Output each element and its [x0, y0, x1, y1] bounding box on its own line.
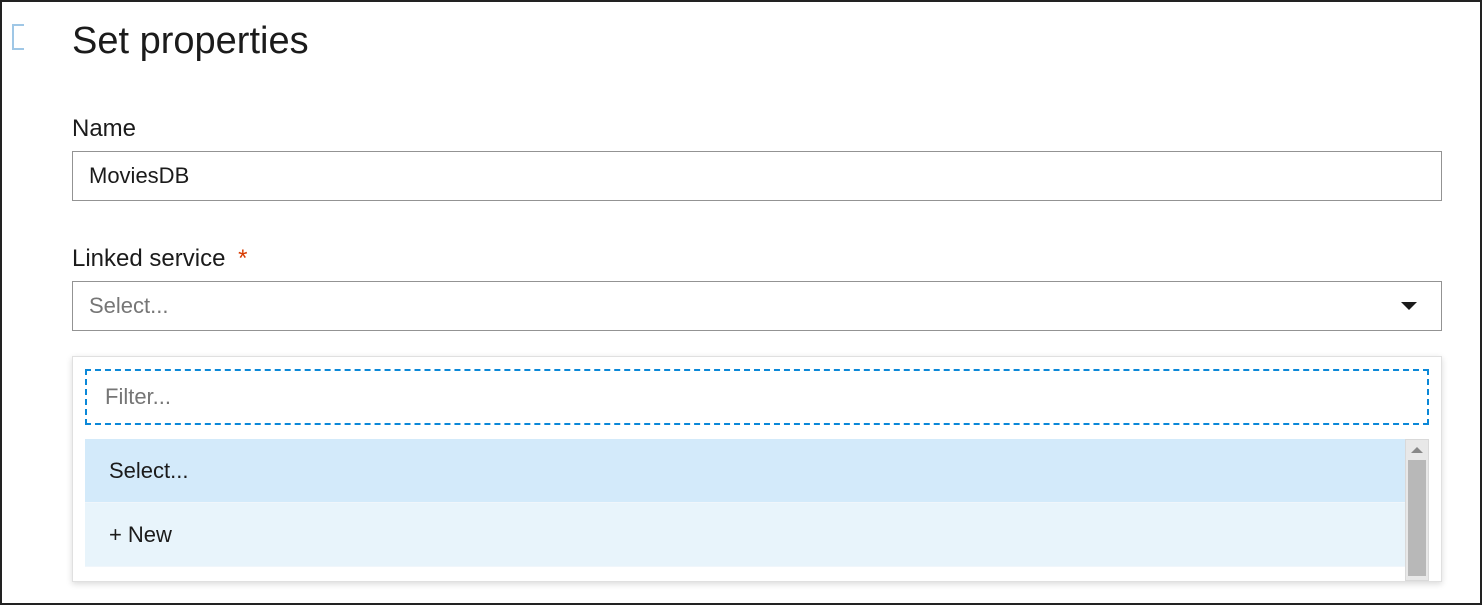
dropdown-option-select[interactable]: Select...	[85, 439, 1429, 503]
scrollbar[interactable]	[1405, 439, 1429, 581]
name-field-group: Name	[72, 115, 1450, 201]
linked-service-dropdown: Select... + New	[72, 356, 1442, 582]
chevron-down-icon	[1401, 302, 1417, 310]
dropdown-option-new-text: New	[128, 522, 172, 548]
linked-service-select[interactable]: Select...	[72, 281, 1442, 331]
dropdown-inner: Select... + New	[73, 357, 1441, 581]
properties-panel: Set properties Name Linked service * Sel…	[72, 20, 1450, 375]
linked-service-select-placeholder: Select...	[89, 293, 168, 319]
dropdown-filter-input[interactable]	[85, 369, 1429, 425]
page-title: Set properties	[72, 20, 1450, 63]
name-label: Name	[72, 115, 1450, 143]
dropdown-options-filler	[85, 567, 1429, 581]
arrow-up-icon	[1411, 447, 1423, 453]
bracket-icon	[12, 24, 24, 50]
name-input[interactable]	[72, 151, 1442, 201]
dropdown-option-new[interactable]: + New	[85, 503, 1429, 567]
scroll-up-button[interactable]	[1406, 440, 1428, 460]
scroll-thumb[interactable]	[1408, 460, 1426, 576]
plus-icon: +	[109, 522, 122, 548]
dropdown-options-list: Select... + New	[85, 439, 1429, 581]
dropdown-option-select-text: Select...	[109, 458, 188, 484]
left-rail	[2, 2, 30, 603]
required-indicator: *	[238, 245, 247, 272]
linked-service-field-group: Linked service * Select...	[72, 245, 1450, 331]
linked-service-label: Linked service *	[72, 245, 1450, 273]
linked-service-label-text: Linked service	[72, 245, 225, 272]
